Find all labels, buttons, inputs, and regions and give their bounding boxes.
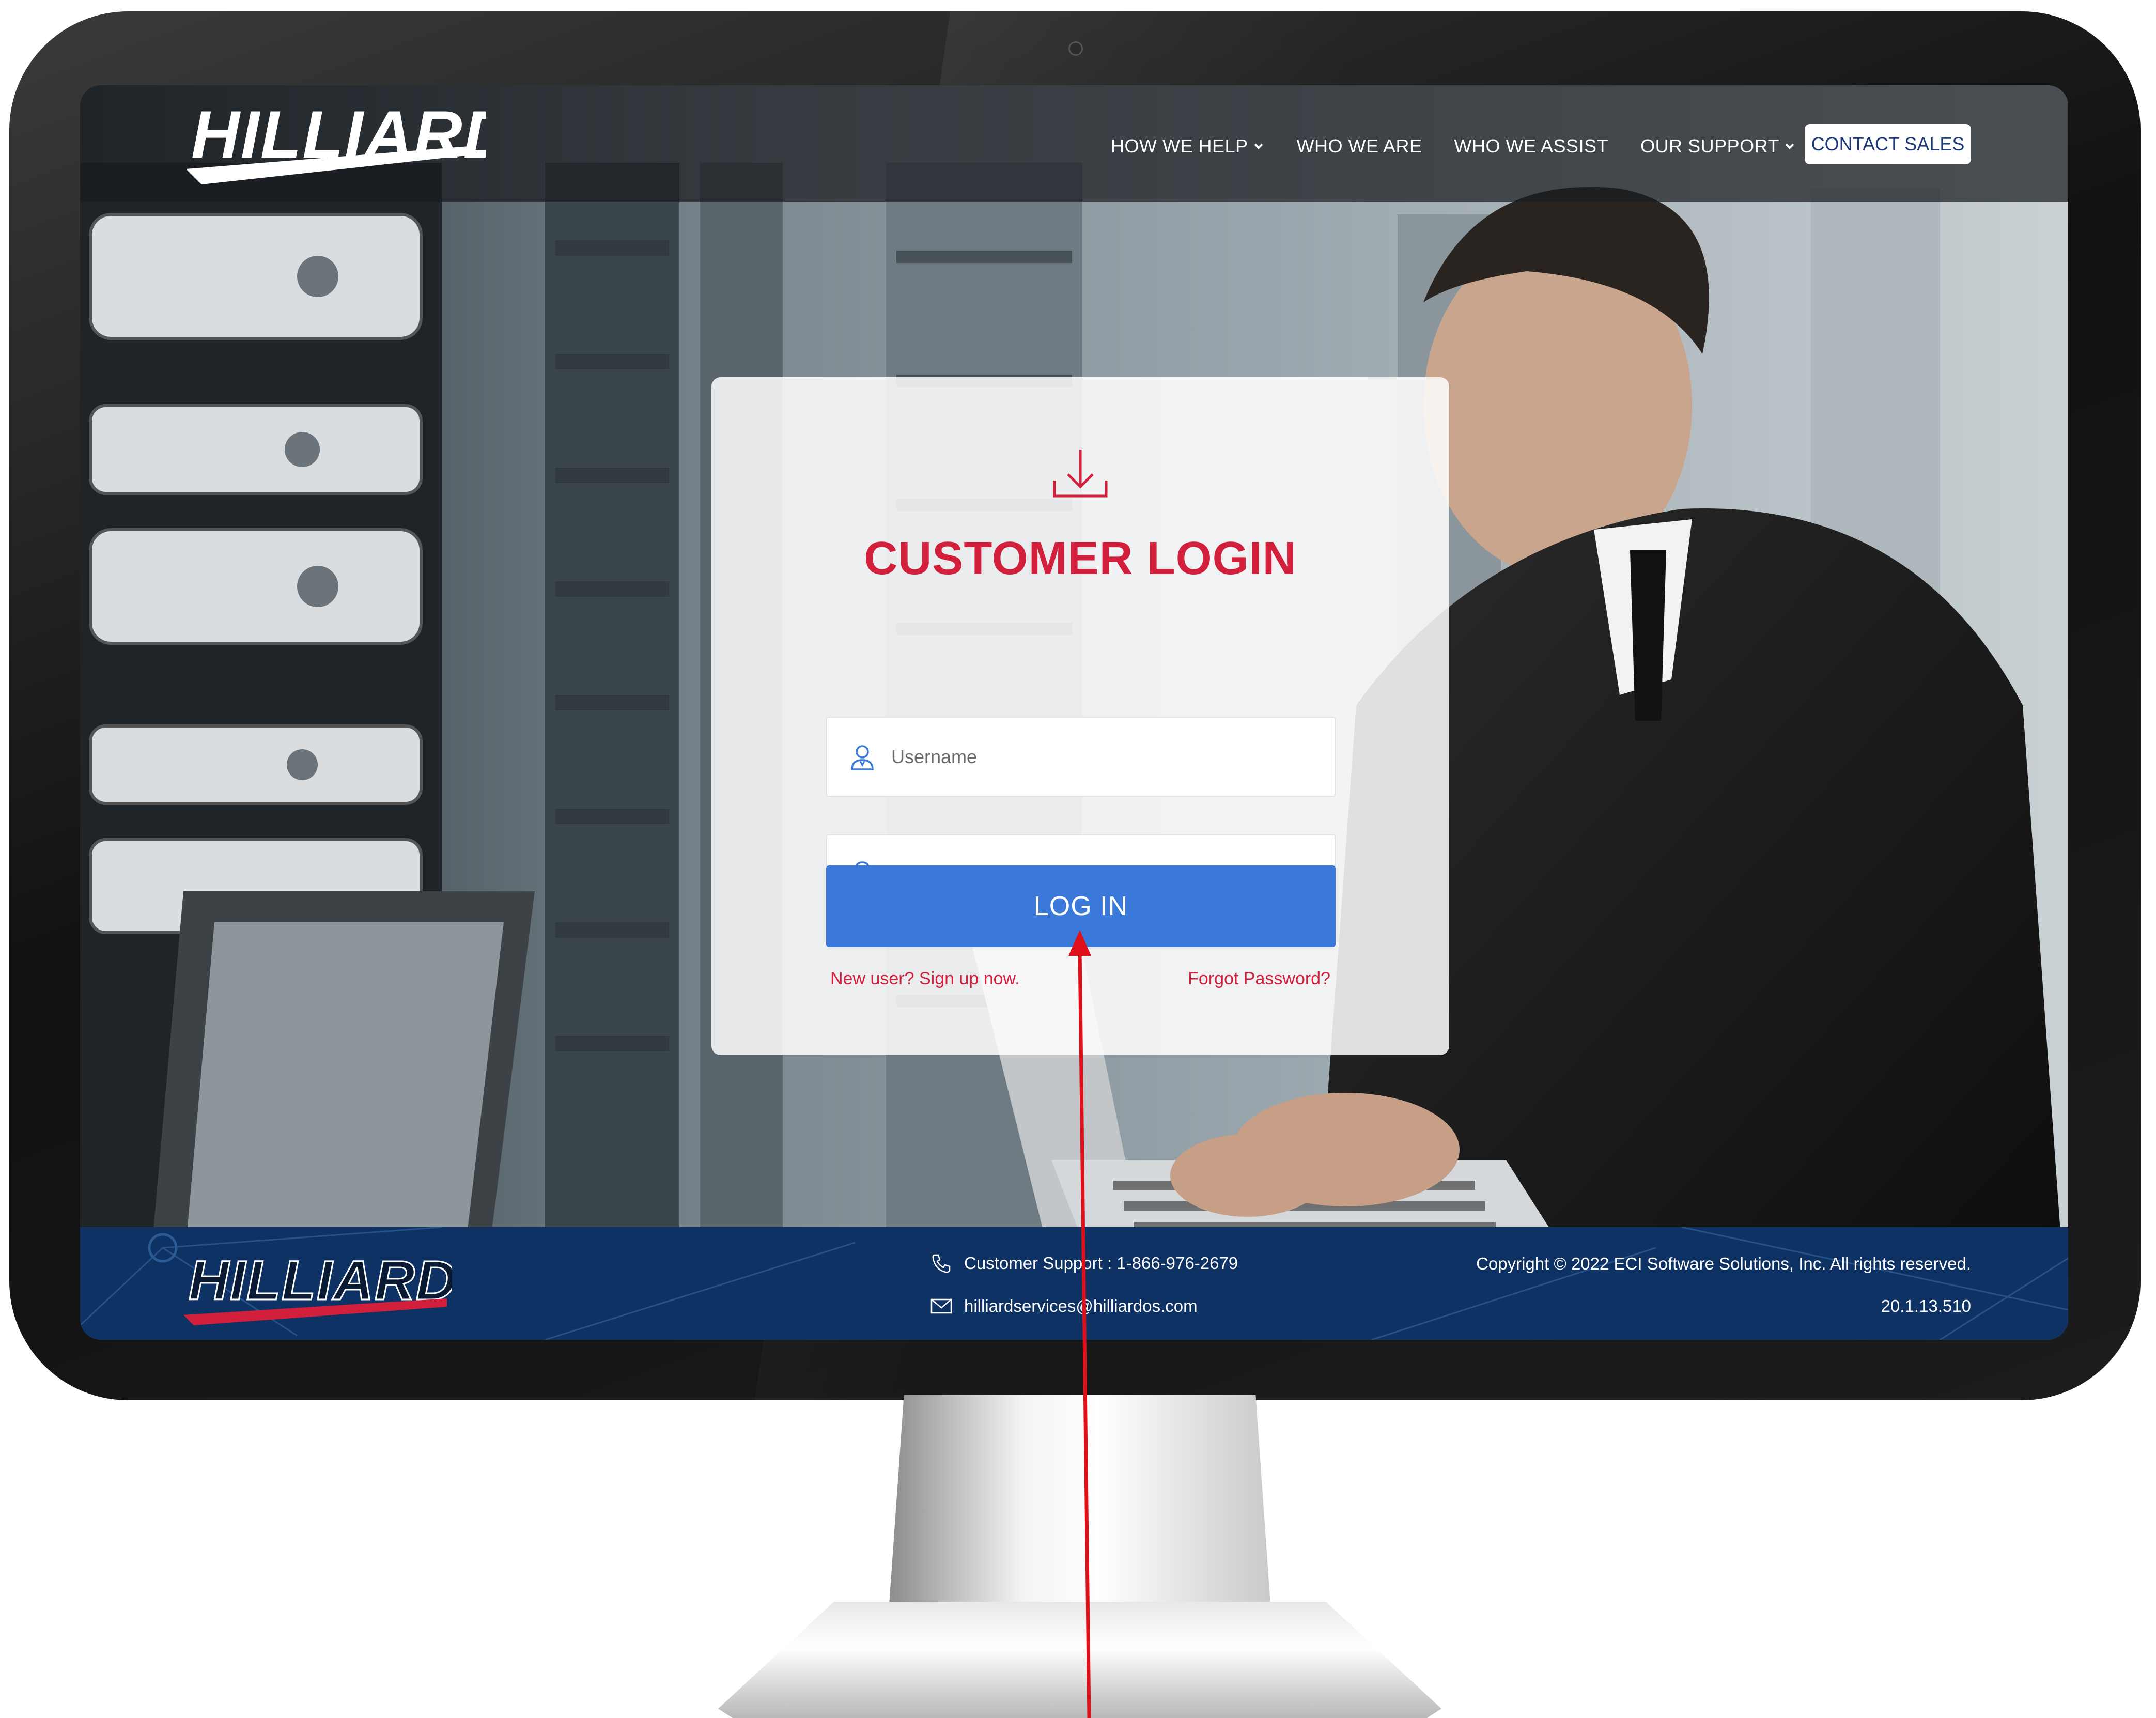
contact-sales-button[interactable]: CONTACT SALES [1805,124,1971,164]
login-title: CUSTOMER LOGIN [864,533,1297,584]
footer-email[interactable]: hilliardservices@hilliardos.com [930,1296,1198,1317]
download-arrow-icon [1053,450,1108,498]
monitor-screen: HILLIARD HOW WE HELP WHO WE ARE WHO WE A… [80,85,2068,1340]
footer-hilliard-logo[interactable]: HILLIARD [183,1248,452,1325]
nav-who-we-are-label: WHO WE ARE [1296,135,1422,157]
phone-icon [932,1254,951,1273]
login-card: CUSTOMER LOGIN LOG IN New user? Sign up … [711,377,1449,1055]
monitor-stand-base [718,1602,1441,1718]
hilliard-logo[interactable]: HILLIARD [186,97,486,184]
nav-our-support-label: OUR SUPPORT [1640,135,1779,157]
copyright-text: Copyright © 2022 ECI Software Solutions,… [1476,1254,1971,1273]
site-footer: HILLIARD Customer Support : 1-866-976-26… [80,1227,2068,1340]
nav-who-we-are[interactable]: WHO WE ARE [1297,135,1422,157]
top-navigation-bar: HILLIARD HOW WE HELP WHO WE ARE WHO WE A… [80,85,2068,202]
webcam [1068,41,1083,56]
main-nav: HOW WE HELP WHO WE ARE WHO WE ASSIST OUR… [1111,131,1796,162]
email-text[interactable]: hilliardservices@hilliardos.com [964,1296,1198,1316]
user-icon [851,745,874,770]
username-input[interactable] [890,745,1306,768]
nav-who-we-assist-label: WHO WE ASSIST [1454,135,1609,157]
envelope-icon [930,1298,952,1314]
version-text: 20.1.13.510 [1881,1296,1971,1315]
username-field[interactable] [826,717,1336,797]
nav-who-we-assist[interactable]: WHO WE ASSIST [1454,135,1609,157]
chevron-down-icon [1785,143,1794,149]
forgot-password-link[interactable]: Forgot Password? [1188,969,1330,989]
support-phone-text: Customer Support : 1-866-976-2679 [964,1253,1238,1273]
chevron-down-icon [1254,143,1263,149]
login-button[interactable]: LOG IN [826,865,1336,947]
nav-how-we-help-label: HOW WE HELP [1111,135,1248,157]
footer-support-phone: Customer Support : 1-866-976-2679 [930,1253,1238,1274]
signup-link[interactable]: New user? Sign up now. [830,969,1020,989]
nav-how-we-help[interactable]: HOW WE HELP [1111,135,1265,157]
nav-our-support[interactable]: OUR SUPPORT [1640,135,1796,157]
monitor-stand-neck [889,1395,1271,1612]
